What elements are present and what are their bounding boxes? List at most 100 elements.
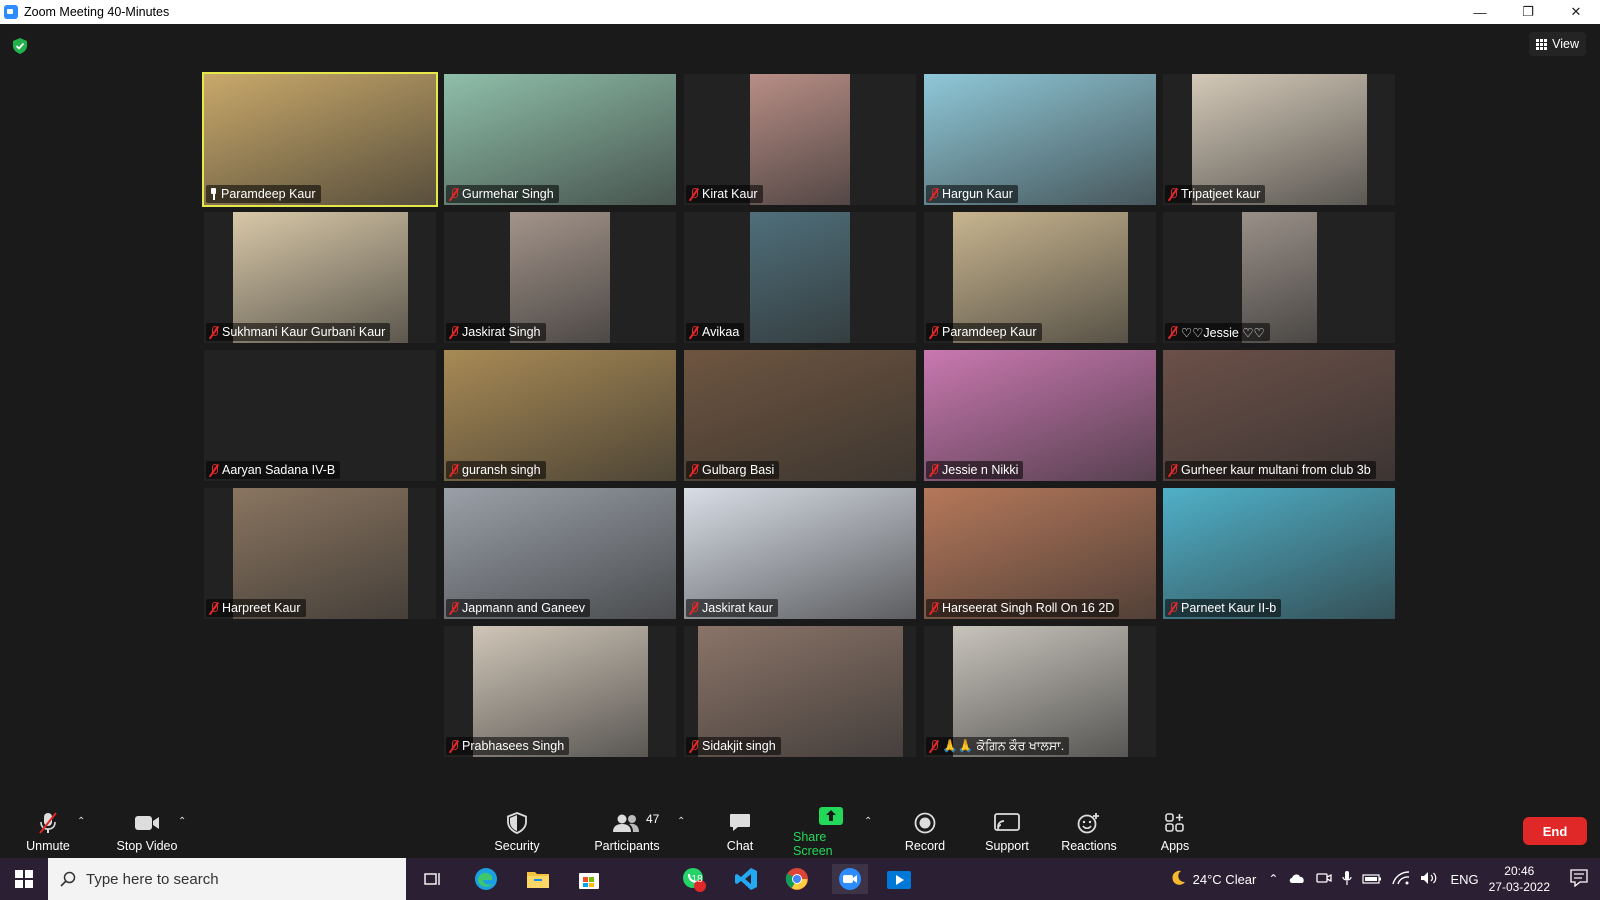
media-player-icon[interactable] — [884, 864, 914, 894]
notifications-icon[interactable] — [1570, 868, 1588, 890]
participant-name: Aaryan Sadana IV-B — [222, 463, 336, 477]
muted-microphone-icon — [689, 463, 699, 477]
reactions-button[interactable]: Reactions — [1060, 804, 1118, 858]
chrome-icon[interactable] — [782, 864, 812, 894]
microphone-icon[interactable] — [1342, 870, 1353, 889]
muted-microphone-icon — [929, 601, 939, 615]
participant-name: Hargun Kaur — [942, 187, 1013, 201]
participant-tile[interactable]: Parneet Kaur II-b — [1163, 488, 1395, 619]
participant-tile[interactable]: Harseerat Singh Roll On 16 2D — [924, 488, 1156, 619]
share-options-chevron-icon[interactable]: ⌃ — [864, 816, 872, 827]
whatsapp-badge: 18 — [691, 874, 703, 885]
participant-tile[interactable]: Jessie n Nikki — [924, 350, 1156, 481]
clock-date: 27-03-2022 — [1488, 880, 1550, 894]
muted-microphone-icon — [689, 601, 699, 615]
task-view-icon[interactable] — [418, 864, 448, 894]
security-label: Security — [494, 838, 540, 853]
edge-browser-icon[interactable] — [471, 864, 501, 894]
language-indicator[interactable]: ENG — [1450, 872, 1478, 887]
file-explorer-icon[interactable] — [523, 864, 553, 894]
participant-tile[interactable]: Gurmehar Singh — [444, 74, 676, 205]
participant-tile[interactable]: Sidakjit singh — [684, 626, 916, 757]
security-shield-icon — [507, 810, 527, 836]
smiley-plus-icon — [1077, 810, 1101, 836]
muted-microphone-icon — [209, 325, 219, 339]
volume-icon[interactable] — [1420, 871, 1438, 888]
participant-tile[interactable]: Jaskirat kaur — [684, 488, 916, 619]
restore-button[interactable]: ❐ — [1504, 0, 1552, 24]
participant-name-label: Sidakjit singh — [686, 737, 781, 755]
unmute-button[interactable]: Unmute — [22, 804, 74, 858]
vscode-icon[interactable] — [731, 864, 761, 894]
unmute-label: Unmute — [26, 838, 70, 853]
taskbar-search-box[interactable]: Type here to search — [48, 858, 406, 900]
battery-icon[interactable] — [1362, 872, 1382, 887]
onedrive-icon[interactable] — [1288, 872, 1306, 887]
windows-logo-icon — [15, 870, 33, 888]
share-screen-button[interactable]: Share Screen — [793, 804, 869, 858]
participant-video — [750, 74, 850, 205]
start-button[interactable] — [0, 858, 48, 900]
reactions-label: Reactions — [1061, 838, 1117, 853]
participants-options-chevron-icon[interactable]: ⌃ — [677, 816, 685, 827]
participant-tile[interactable]: Japmann and Ganeev — [444, 488, 676, 619]
audio-options-chevron-icon[interactable]: ⌃ — [77, 816, 85, 827]
participant-tile[interactable]: guransh singh — [444, 350, 676, 481]
search-placeholder: Type here to search — [86, 870, 219, 888]
meet-now-icon[interactable] — [1316, 871, 1333, 888]
stop-video-button[interactable]: Stop Video — [112, 804, 182, 858]
participant-name: Kirat Kaur — [702, 187, 758, 201]
participant-tile[interactable]: 🙏🙏 ਕੋਗਿਨ ਕੌਰ ਖਾਲਸਾ. — [924, 626, 1156, 757]
participant-tile[interactable]: Paramdeep Kaur — [924, 212, 1156, 343]
participant-video — [750, 212, 850, 343]
wifi-icon[interactable] — [1392, 870, 1410, 888]
participant-tile[interactable]: Aaryan Sadana IV-B — [204, 350, 436, 481]
participant-name-label: ♡♡Jessie ♡♡ — [1165, 323, 1270, 341]
record-label: Record — [904, 838, 946, 853]
search-icon — [60, 871, 76, 887]
record-icon — [914, 810, 936, 836]
zoom-taskbar-icon[interactable] — [832, 864, 868, 894]
apps-button[interactable]: Apps — [1158, 804, 1192, 858]
muted-microphone-icon — [449, 739, 459, 753]
microsoft-store-icon[interactable] — [574, 864, 604, 894]
pin-icon — [209, 188, 218, 200]
participant-name: Harpreet Kaur — [222, 601, 301, 615]
video-options-chevron-icon[interactable]: ⌃ — [178, 816, 186, 827]
participant-name-label: Japmann and Ganeev — [446, 599, 591, 617]
participant-tile[interactable]: Tripatjeet kaur — [1163, 74, 1395, 205]
participant-tile[interactable]: Gurheer kaur multani from club 3b — [1163, 350, 1395, 481]
close-button[interactable]: ✕ — [1552, 0, 1600, 24]
participant-name-label: guransh singh — [446, 461, 546, 479]
minimize-button[interactable]: — — [1456, 0, 1504, 24]
participant-tile[interactable]: Kirat Kaur — [684, 74, 916, 205]
chat-button[interactable]: Chat — [722, 804, 758, 858]
participant-tile[interactable]: Hargun Kaur — [924, 74, 1156, 205]
apps-label: Apps — [1160, 838, 1190, 853]
weather-text[interactable]: 24°C Clear — [1193, 872, 1257, 887]
muted-microphone-icon — [449, 463, 459, 477]
participant-tile[interactable]: Gulbarg Basi — [684, 350, 916, 481]
record-button[interactable]: Record — [902, 804, 948, 858]
muted-microphone-icon — [689, 739, 699, 753]
participants-icon — [612, 810, 642, 836]
end-meeting-button[interactable]: End — [1523, 817, 1587, 845]
chevron-up-icon[interactable]: ⌃ — [1268, 872, 1278, 886]
windows-taskbar: Type here to search 18 24°C Clear ⌃ ENG … — [0, 858, 1600, 900]
participant-tile[interactable]: Prabhasees Singh — [444, 626, 676, 757]
security-button[interactable]: Security — [484, 804, 550, 858]
participant-name-label: Hargun Kaur — [926, 185, 1018, 203]
moon-weather-icon — [1169, 869, 1187, 890]
participant-tile[interactable]: Paramdeep Kaur — [202, 72, 438, 207]
support-label: Support — [985, 838, 1029, 853]
participant-tile[interactable]: Avikaa — [684, 212, 916, 343]
clock[interactable]: 20:46 27-03-2022 — [1489, 863, 1550, 895]
participant-tile[interactable]: ♡♡Jessie ♡♡ — [1163, 212, 1395, 343]
support-button[interactable]: Support — [982, 804, 1032, 858]
participant-tile[interactable]: Harpreet Kaur — [204, 488, 436, 619]
participant-name: Paramdeep Kaur — [942, 325, 1037, 339]
participant-tile[interactable]: Jaskirat Singh — [444, 212, 676, 343]
participant-tile[interactable]: Sukhmani Kaur Gurbani Kaur — [204, 212, 436, 343]
participant-name: Avikaa — [702, 325, 740, 339]
participant-name-label: Harseerat Singh Roll On 16 2D — [926, 599, 1120, 617]
